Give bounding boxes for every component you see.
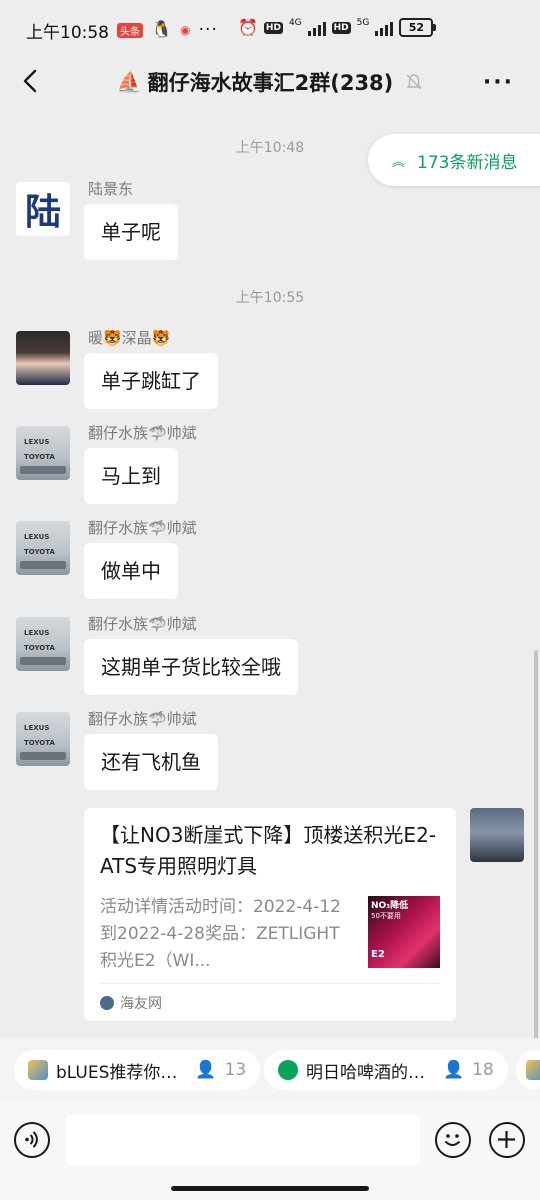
message-item: LEXUS TOYOTA 翻仔水族🦈帅斌 做单中 (16, 519, 456, 599)
sender-name: 暖🐯深晶🐯 (88, 329, 171, 347)
hd-badge-1: HD (263, 21, 283, 34)
sender-name: 翻仔水族🦈帅斌 (88, 710, 197, 728)
sender-name: 翻仔水族🦈帅斌 (88, 424, 197, 442)
back-arrow-icon[interactable] (18, 68, 44, 94)
chat-header: ⛵ 翻仔海水故事汇2群(238) ··· (0, 60, 540, 104)
status-bar: 上午10:58 头条 🐧 ◉ ··· ⏰ HD 4G HD 5G 52 (0, 0, 540, 60)
home-indicator[interactable] (171, 1186, 369, 1191)
avatar[interactable]: LEXUS TOYOTA (16, 617, 70, 671)
link-card-source: 海友网 (100, 983, 440, 1021)
message-bubble[interactable]: 还有飞机鱼 (84, 734, 218, 790)
sender-name: 翻仔水族🦈帅斌 (88, 519, 197, 537)
message-bubble[interactable]: 单子呢 (84, 204, 178, 260)
topic-chip[interactable]: bLUES推荐你… 👤 13 (14, 1050, 261, 1090)
message-item: LEXUS TOYOTA 翻仔水族🦈帅斌 这期单子货比较全哦 (16, 615, 456, 695)
message-bubble[interactable]: 马上到 (84, 448, 178, 504)
sender-name: 陆景东 (88, 180, 134, 198)
avatar[interactable]: LEXUS TOYOTA (16, 426, 70, 480)
boat-icon: ⛵ (116, 70, 142, 94)
message-bubble[interactable]: 单子跳缸了 (84, 353, 218, 409)
input-bar (0, 1100, 540, 1200)
avatar[interactable] (16, 331, 70, 385)
topic-label: 明日哈啤酒的… (306, 1062, 425, 1083)
member-icon: 👤 (443, 1060, 465, 1080)
topic-label: bLUES推荐你… (56, 1062, 178, 1083)
member-icon: 👤 (195, 1060, 217, 1080)
emoji-icon[interactable] (435, 1122, 471, 1158)
my-avatar[interactable] (470, 808, 524, 862)
source-name: 海友网 (120, 995, 162, 1012)
plus-icon[interactable] (489, 1122, 525, 1158)
status-time: 上午10:58 (26, 22, 109, 43)
avatar[interactable]: LEXUS TOYOTA (16, 712, 70, 766)
avatar[interactable]: LEXUS TOYOTA (16, 521, 70, 575)
sender-name: 翻仔水族🦈帅斌 (88, 615, 197, 633)
link-card[interactable]: 【让NO3断崖式下降】顶楼送积光E2-ATS专用照明灯具 活动详情活动时间：20… (84, 808, 456, 1021)
scrollbar[interactable] (534, 650, 538, 1040)
message-item: LEXUS TOYOTA 翻仔水族🦈帅斌 还有飞机鱼 (16, 710, 456, 790)
topic-bar: bLUES推荐你… 👤 13 明日哈啤酒的… 👤 18 (0, 1038, 540, 1100)
topic-count: 13 (224, 1060, 247, 1080)
chat-title[interactable]: ⛵ 翻仔海水故事汇2群(238) (117, 67, 424, 97)
message-item: LEXUS TOYOTA 翻仔水族🦈帅斌 马上到 (16, 424, 456, 504)
voice-icon[interactable] (14, 1122, 50, 1158)
link-card-title: 【让NO3断崖式下降】顶楼送积光E2-ATS专用照明灯具 (100, 823, 437, 878)
alarm-icon: ⏰ (238, 18, 258, 37)
link-card-thumbnail: NO₃降低 50不要用 E2 (368, 896, 440, 968)
signal-icon-1 (307, 20, 326, 36)
topic-icon (278, 1060, 298, 1080)
news-badge: 头条 (117, 22, 143, 38)
more-notifications-icon: ··· (198, 20, 218, 40)
network-4g-label: 4G (288, 18, 302, 28)
network-5g-label: 5G (356, 18, 370, 28)
topic-icon (28, 1060, 48, 1080)
hd-badge-2: HD (331, 21, 351, 34)
message-input[interactable] (66, 1114, 420, 1166)
timestamp: 上午10:48 (235, 140, 305, 156)
timestamp: 上午10:55 (235, 290, 305, 306)
battery-icon: 52 (399, 18, 437, 37)
avatar[interactable]: 陆 (16, 182, 70, 236)
topic-icon (526, 1060, 540, 1080)
more-options-button[interactable]: ··· (483, 70, 514, 95)
qq-icon: 🐧 (151, 20, 173, 40)
link-card-description: 活动详情活动时间：2022-4-12到2022-4-28奖品：ZETLIGHT积… (100, 897, 341, 971)
topic-chip[interactable]: 明日哈啤酒的… 👤 18 (264, 1050, 508, 1090)
topic-count: 18 (472, 1060, 494, 1080)
app-icon: ◉ (180, 23, 191, 37)
message-bubble[interactable]: 这期单子货比较全哦 (84, 639, 298, 695)
signal-icon-2 (375, 20, 394, 36)
bell-off-icon (406, 74, 422, 90)
topic-chip[interactable] (516, 1050, 540, 1090)
group-name: 翻仔海水故事汇2群(238) (147, 71, 394, 95)
source-logo-icon (100, 995, 114, 1010)
message-bubble[interactable]: 做单中 (84, 543, 178, 599)
